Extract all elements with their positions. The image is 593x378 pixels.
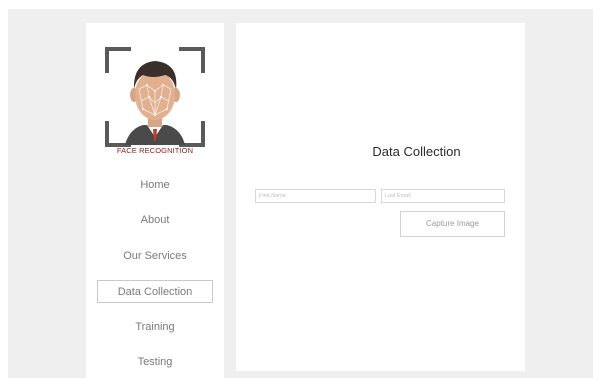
sidebar: FACE RECOGNITION Home About Our Services… bbox=[86, 23, 224, 378]
sidebar-item-our-services[interactable]: Our Services bbox=[97, 245, 213, 268]
last-email-field[interactable] bbox=[381, 189, 505, 203]
face-recognition-icon bbox=[105, 47, 205, 147]
sidebar-item-data-collection[interactable]: Data Collection bbox=[97, 280, 213, 303]
sidebar-item-about[interactable]: About bbox=[97, 209, 213, 232]
sidebar-item-testing[interactable]: Testing bbox=[97, 351, 213, 374]
logo-caption: FACE RECOGNITION bbox=[116, 146, 194, 155]
main-panel: Data Collection Capture Image bbox=[236, 23, 525, 371]
sidebar-item-home[interactable]: Home bbox=[97, 174, 213, 197]
first-name-field[interactable] bbox=[255, 189, 376, 203]
capture-image-button[interactable]: Capture Image bbox=[400, 211, 505, 237]
sidebar-item-training[interactable]: Training bbox=[97, 316, 213, 339]
page-title: Data Collection bbox=[372, 144, 461, 159]
